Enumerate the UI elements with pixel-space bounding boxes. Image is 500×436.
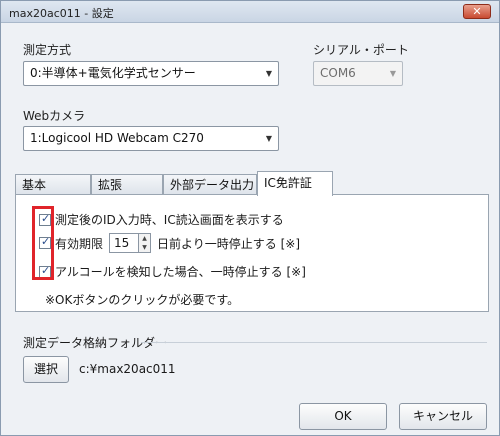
window-title: max20ac011 - 設定 <box>9 7 114 20</box>
serial-port-value: COM6 <box>320 66 356 80</box>
expiry-days-input[interactable]: 15 <box>109 233 140 253</box>
spin-down-icon[interactable]: ▼ <box>139 243 150 252</box>
folder-select-button[interactable]: 選択 <box>23 356 69 383</box>
camera-value: 1:Logicool HD Webcam C270 <box>30 131 204 145</box>
camera-select[interactable]: 1:Logicool HD Webcam C270 ▼ <box>23 126 279 151</box>
folder-path: c:¥max20ac011 <box>79 362 176 376</box>
dropdown-arrow-icon: ▼ <box>265 69 272 78</box>
tab-ic-license[interactable]: IC免許証 <box>257 171 333 196</box>
tab-ic-license-label: IC免許証 <box>264 176 312 190</box>
alcohol-pause-label: アルコールを検知した場合、一時停止する [※] <box>55 265 306 279</box>
camera-label: Webカメラ <box>23 109 86 123</box>
expiry-label-prefix: 有効期限 <box>55 236 104 251</box>
serial-port-label: シリアル・ポート <box>313 43 409 57</box>
checkbox-highlight-box <box>32 206 54 280</box>
spin-up-icon[interactable]: ▲ <box>139 234 150 243</box>
option-expiry-pause[interactable]: ✓ 有効期限 15 ▲ ▼ 日前より一時停止する [※] <box>39 233 300 253</box>
close-icon: ✕ <box>472 5 482 18</box>
measurement-value: 0:半導体+電気化学式センサー <box>30 66 196 80</box>
dropdown-arrow-icon: ▼ <box>389 69 396 78</box>
close-button[interactable]: ✕ <box>463 4 491 19</box>
show-ic-screen-label: 測定後のID入力時、IC読込画面を表示する <box>55 213 284 227</box>
ok-required-note: ※OKボタンのクリックが必要です。 <box>45 293 240 307</box>
cancel-label: キャンセル <box>412 409 473 423</box>
expiry-days-stepper[interactable]: 15 ▲ ▼ <box>109 233 152 253</box>
expiry-label-suffix: 日前より一時停止する [※] <box>157 236 301 251</box>
measurement-select[interactable]: 0:半導体+電気化学式センサー ▼ <box>23 61 279 86</box>
ok-label: OK <box>334 409 352 423</box>
tab-external-output-label: 外部データ出力 <box>170 178 255 192</box>
tab-external-output[interactable]: 外部データ出力 <box>163 174 257 195</box>
title-bar: max20ac011 - 設定 ✕ <box>1 1 499 23</box>
folder-separator <box>141 342 487 343</box>
dropdown-arrow-icon: ▼ <box>265 134 272 143</box>
tab-basic[interactable]: 基本 <box>15 174 91 195</box>
folder-select-label: 選択 <box>33 362 58 376</box>
stepper-buttons[interactable]: ▲ ▼ <box>139 233 152 253</box>
serial-port-select[interactable]: COM6 ▼ <box>313 61 403 86</box>
option-alcohol-pause[interactable]: ✓ アルコールを検知した場合、一時停止する [※] <box>39 263 306 280</box>
measurement-label: 測定方式 <box>23 43 72 57</box>
tab-extended-label: 拡張 <box>98 178 123 192</box>
settings-dialog: max20ac011 - 設定 ✕ 測定方式 0:半導体+電気化学式センサー ▼… <box>0 0 500 436</box>
tab-extended[interactable]: 拡張 <box>91 174 163 195</box>
cancel-button[interactable]: キャンセル <box>399 403 487 430</box>
option-show-ic-screen[interactable]: ✓ 測定後のID入力時、IC読込画面を表示する <box>39 211 284 228</box>
tab-basic-label: 基本 <box>22 178 47 192</box>
ok-button[interactable]: OK <box>299 403 387 430</box>
